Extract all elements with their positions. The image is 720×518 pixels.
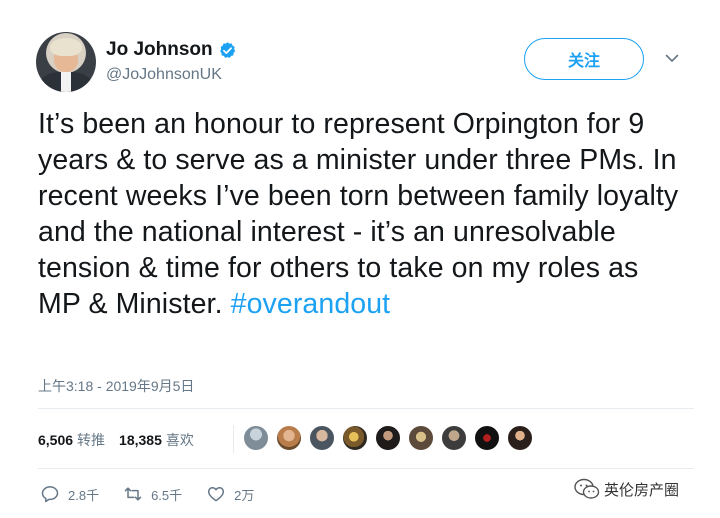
retweets-count[interactable]: 6,506: [38, 432, 73, 448]
reply-action[interactable]: 2.8千: [40, 484, 99, 504]
wechat-icon: [574, 478, 600, 499]
user-name[interactable]: Jo Johnson: [106, 38, 213, 62]
retweets-label[interactable]: 转推: [77, 430, 105, 450]
hashtag-link[interactable]: #overandout: [231, 288, 391, 320]
liker-avatar[interactable]: [441, 425, 467, 451]
liker-avatar[interactable]: [243, 425, 269, 451]
liker-avatar[interactable]: [507, 425, 533, 451]
liker-avatar[interactable]: [309, 425, 335, 451]
tweet-text: It’s been an honour to represent Orpingt…: [38, 106, 688, 322]
watermark: 英伦房产圈: [574, 478, 679, 500]
user-handle[interactable]: @JoJohnsonUK: [106, 64, 237, 86]
liker-avatar[interactable]: [375, 425, 401, 451]
retweet-icon: [124, 487, 142, 501]
likes-count[interactable]: 18,385: [119, 432, 162, 448]
heart-icon: [208, 487, 225, 502]
like-count: 2万: [234, 487, 255, 503]
divider: [38, 468, 694, 469]
follow-button[interactable]: 关注: [524, 38, 644, 80]
retweet-action[interactable]: 6.5千: [123, 484, 182, 504]
liker-avatar[interactable]: [474, 425, 500, 451]
engagement-stats: 6,506 转推 18,385 喜欢: [38, 430, 208, 450]
tweet-timestamp[interactable]: 上午3:18 - 2019年9月5日: [38, 376, 194, 396]
avatar[interactable]: [36, 32, 96, 92]
like-action[interactable]: 2万: [206, 484, 254, 504]
reply-count: 2.8千: [68, 487, 100, 503]
liker-avatar[interactable]: [408, 425, 434, 451]
liker-avatar[interactable]: [342, 425, 368, 451]
tweet-header: Jo Johnson @JoJohnsonUK 关注: [36, 32, 696, 94]
verified-badge-icon: [219, 41, 235, 58]
divider: [38, 408, 694, 409]
likes-label[interactable]: 喜欢: [166, 430, 194, 450]
reply-icon: [41, 486, 59, 503]
liker-avatar[interactable]: [276, 425, 302, 451]
tweet-actions: 2.8千 6.5千 2万: [40, 484, 278, 504]
watermark-text: 英伦房产圈: [604, 481, 680, 499]
chevron-down-icon[interactable]: [664, 50, 680, 66]
retweet-count: 6.5千: [151, 487, 183, 503]
liker-avatars: [243, 425, 540, 451]
user-info: Jo Johnson @JoJohnsonUK: [106, 38, 237, 86]
stats-separator: [233, 425, 234, 453]
